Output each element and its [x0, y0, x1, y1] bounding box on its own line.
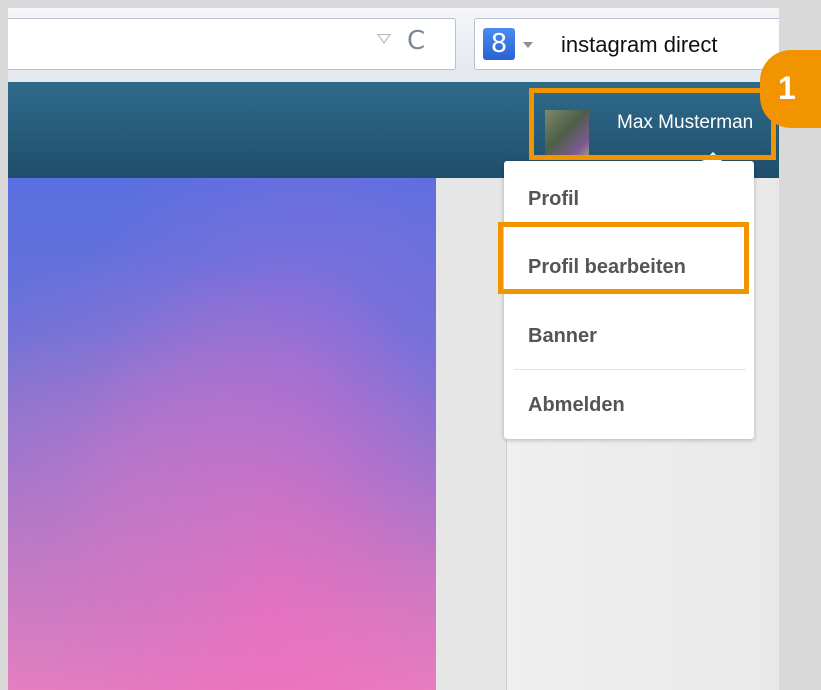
browser-toolbar: C 8 instagram direct [8, 8, 779, 83]
menu-item-profil[interactable]: Profil [528, 188, 579, 211]
highlight-user-menu [529, 88, 776, 160]
search-query[interactable]: instagram direct [561, 31, 718, 59]
address-bar[interactable]: C [8, 18, 456, 70]
menu-divider [514, 369, 746, 370]
chevron-down-icon[interactable] [523, 42, 533, 48]
menu-item-banner[interactable]: Banner [528, 325, 597, 348]
step-badge: 1 [760, 50, 821, 128]
content-column [436, 178, 507, 690]
highlight-profil-bearbeiten [498, 222, 749, 294]
step-number: 1 [778, 70, 796, 106]
cover-image [8, 178, 436, 690]
user-dropdown-menu: Profil Profil bearbeiten Banner Abmelden [504, 152, 754, 439]
reload-icon[interactable]: C [407, 25, 425, 57]
search-bar[interactable]: 8 instagram direct [474, 18, 779, 70]
screenshot-frame: C 8 instagram direct Max Musterman Profi… [0, 0, 821, 690]
menu-item-abmelden[interactable]: Abmelden [528, 394, 625, 417]
google-icon[interactable]: 8 [483, 28, 515, 60]
history-dropdown-icon[interactable] [377, 34, 391, 44]
